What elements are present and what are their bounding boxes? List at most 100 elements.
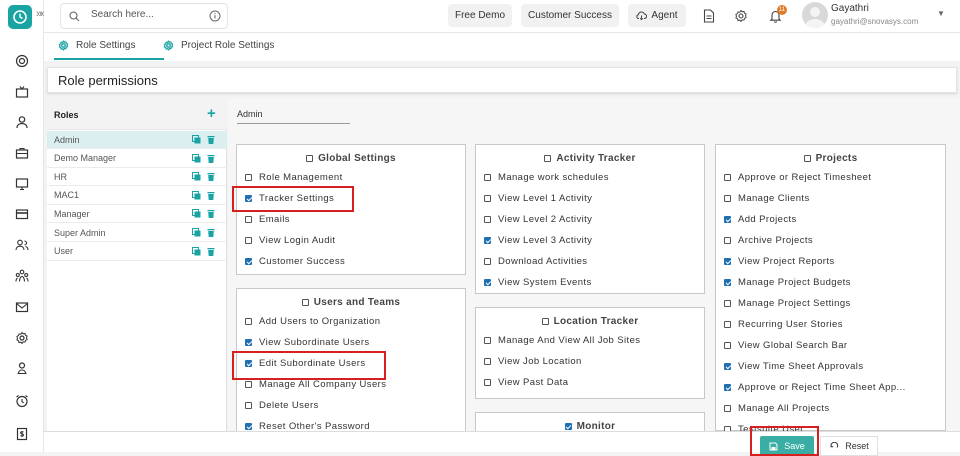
role-row[interactable]: Manager xyxy=(47,205,227,224)
agent-button[interactable]: Agent xyxy=(628,4,686,27)
permission-option[interactable]: Approve or Reject Timesheet xyxy=(724,172,871,183)
permission-option[interactable]: Delete Users xyxy=(245,400,319,411)
select-all-checkbox[interactable] xyxy=(301,299,309,306)
permission-option[interactable]: View System Events xyxy=(484,277,592,288)
reset-button[interactable]: Reset xyxy=(820,436,878,456)
permission-option[interactable]: Manage Clients xyxy=(724,193,810,204)
permission-option[interactable]: View Login Audit xyxy=(245,235,335,246)
permission-option[interactable]: Recurring User Stories xyxy=(724,319,843,330)
permission-option[interactable]: Download Activities xyxy=(484,256,587,267)
tab-role-settings[interactable]: Role Settings xyxy=(58,40,135,51)
permission-checkbox[interactable] xyxy=(484,258,491,265)
role-row[interactable]: HR xyxy=(47,168,227,187)
expand-nav-icon[interactable]: »» xyxy=(36,8,46,20)
chevron-down-icon[interactable]: ▼ xyxy=(937,9,945,18)
trash-icon[interactable] xyxy=(207,191,215,200)
permission-checkbox[interactable] xyxy=(245,423,252,430)
permission-checkbox[interactable] xyxy=(724,300,731,307)
permission-checkbox[interactable] xyxy=(245,237,252,244)
permission-checkbox[interactable] xyxy=(484,379,491,386)
copy-icon[interactable] xyxy=(192,172,201,181)
free-demo-button[interactable]: Free Demo xyxy=(448,4,512,27)
avatar[interactable] xyxy=(802,2,828,28)
permission-checkbox[interactable] xyxy=(724,363,731,370)
tab-project-role-settings[interactable]: Project Role Settings xyxy=(163,40,274,51)
select-all-checkbox[interactable] xyxy=(803,155,811,162)
permission-checkbox[interactable] xyxy=(724,279,731,286)
permission-option[interactable]: Role Management xyxy=(245,172,343,183)
permission-option[interactable]: View Project Reports xyxy=(724,256,835,267)
card-icon[interactable] xyxy=(12,204,32,224)
permission-checkbox[interactable] xyxy=(484,237,491,244)
permission-checkbox[interactable] xyxy=(245,402,252,409)
permission-checkbox[interactable] xyxy=(245,258,252,265)
permission-checkbox[interactable] xyxy=(245,174,252,181)
customer-success-button[interactable]: Customer Success xyxy=(521,4,619,27)
permission-checkbox[interactable] xyxy=(724,405,731,412)
copy-icon[interactable] xyxy=(192,246,201,256)
panel-title[interactable]: Projects xyxy=(716,153,945,164)
role-name-field[interactable]: Admin xyxy=(237,107,350,124)
permission-option[interactable]: Manage And View All Job Sites xyxy=(484,335,640,346)
permission-checkbox[interactable] xyxy=(724,342,731,349)
permission-checkbox[interactable] xyxy=(245,318,252,325)
permission-option[interactable]: Add Projects xyxy=(724,214,797,225)
permission-option[interactable]: Add Users to Organization xyxy=(245,316,380,327)
permission-checkbox[interactable] xyxy=(724,195,731,202)
permission-checkbox[interactable] xyxy=(484,358,491,365)
user-name[interactable]: Gayathri xyxy=(831,3,869,14)
document-icon[interactable] xyxy=(700,7,718,25)
permission-checkbox[interactable] xyxy=(724,237,731,244)
app-logo[interactable] xyxy=(8,5,32,29)
trash-icon[interactable] xyxy=(207,172,215,182)
panel-title[interactable]: Users and Teams xyxy=(237,297,465,308)
permission-option[interactable]: Manage All Company Users xyxy=(245,379,386,390)
select-all-checkbox[interactable] xyxy=(544,155,552,162)
select-all-checkbox[interactable] xyxy=(564,423,572,430)
mail-icon[interactable] xyxy=(12,297,32,317)
copy-icon[interactable] xyxy=(192,209,201,218)
panel-title[interactable]: Global Settings xyxy=(237,153,465,164)
trash-icon[interactable] xyxy=(207,247,215,256)
team-icon[interactable] xyxy=(12,266,32,286)
permission-checkbox[interactable] xyxy=(724,174,731,181)
permission-checkbox[interactable] xyxy=(724,216,731,223)
permission-checkbox[interactable] xyxy=(724,321,731,328)
role-row[interactable]: User xyxy=(47,243,227,261)
permission-checkbox[interactable] xyxy=(724,384,731,391)
search-input[interactable] xyxy=(91,9,191,20)
copy-icon[interactable] xyxy=(192,135,201,144)
permission-option[interactable]: Emails xyxy=(245,214,290,225)
trash-icon[interactable] xyxy=(207,135,215,144)
add-role-icon[interactable]: + xyxy=(207,105,216,122)
permission-option[interactable]: View Level 1 Activity xyxy=(484,193,592,204)
permission-option[interactable]: Customer Success xyxy=(245,256,345,267)
info-icon[interactable] xyxy=(209,10,221,22)
copy-icon[interactable] xyxy=(192,190,201,200)
permission-option[interactable]: Manage All Projects xyxy=(724,403,830,414)
monitor-icon[interactable] xyxy=(12,174,32,194)
role-row[interactable]: Super Admin xyxy=(47,224,227,242)
permission-checkbox[interactable] xyxy=(484,174,491,181)
user-icon[interactable] xyxy=(12,112,32,132)
permission-option[interactable]: View Level 3 Activity xyxy=(484,235,592,246)
permission-checkbox[interactable] xyxy=(484,337,491,344)
permission-checkbox[interactable] xyxy=(245,216,252,223)
role-row[interactable]: Demo Manager xyxy=(47,150,227,168)
permission-checkbox[interactable] xyxy=(245,381,252,388)
invoice-icon[interactable] xyxy=(12,424,32,444)
gear-icon[interactable] xyxy=(732,7,750,25)
panel-title[interactable]: Activity Tracker xyxy=(476,153,704,164)
permission-checkbox[interactable] xyxy=(724,258,731,265)
role-row[interactable]: Admin xyxy=(47,131,227,149)
trash-icon[interactable] xyxy=(207,154,215,163)
permission-checkbox[interactable] xyxy=(484,195,491,202)
dashboard-icon[interactable] xyxy=(12,51,32,71)
permission-option[interactable]: Manage Project Budgets xyxy=(724,277,851,288)
select-all-checkbox[interactable] xyxy=(541,318,549,325)
permission-option[interactable]: View Time Sheet Approvals xyxy=(724,361,863,372)
panel-title[interactable]: Location Tracker xyxy=(476,316,704,327)
permission-option[interactable]: Manage work schedules xyxy=(484,172,609,183)
settings-icon[interactable] xyxy=(12,328,32,348)
trash-icon[interactable] xyxy=(207,228,215,237)
